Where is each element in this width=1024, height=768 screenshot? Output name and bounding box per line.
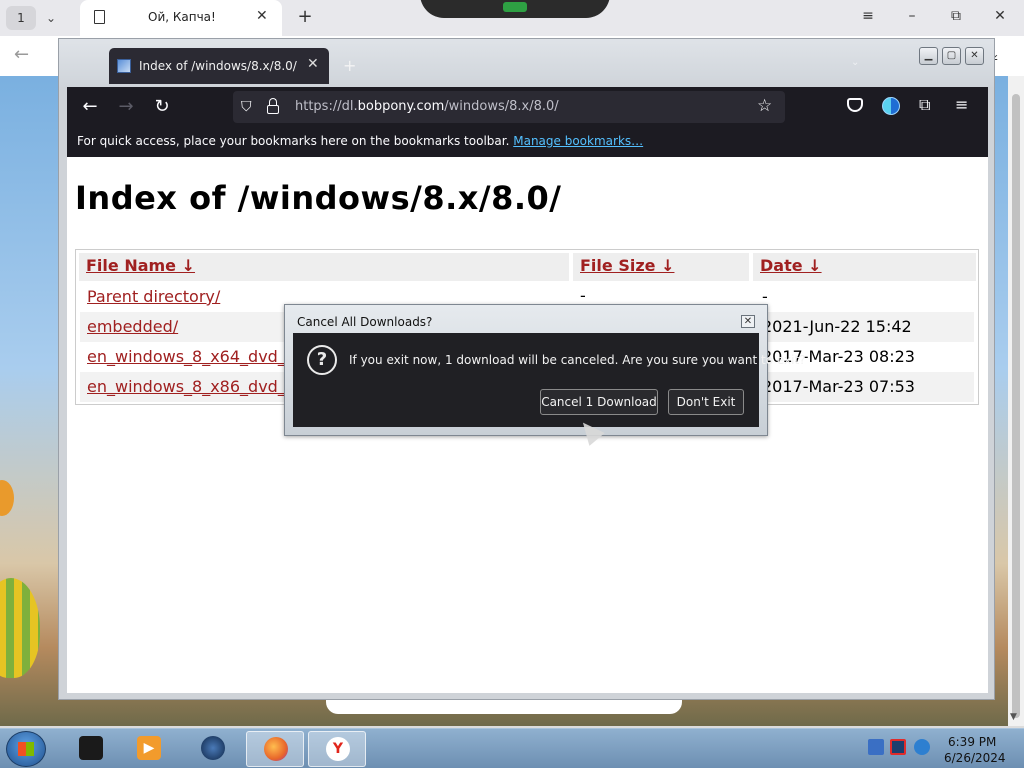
cancel-downloads-dialog: Cancel All Downloads? ✕ ? If you exit no… (284, 304, 806, 436)
vm-maximize-button[interactable]: ▢ (942, 47, 961, 65)
dialog-body: ? If you exit now, 1 download will be ca… (293, 333, 806, 427)
yandex-browser-icon: Y (326, 737, 350, 761)
close-window-button[interactable]: ✕ (988, 8, 1012, 24)
url-text[interactable]: https://dl.bobpony.com/windows/8.x/8.0/ (295, 99, 559, 114)
shield-icon[interactable]: ⛉ (241, 99, 252, 115)
network-tray-icon[interactable] (868, 739, 884, 755)
file-size: - (580, 286, 586, 305)
volume-tray-icon[interactable] (914, 739, 930, 755)
file-link[interactable]: Parent directory/ (87, 287, 220, 306)
scrollbar-thumb[interactable] (1012, 94, 1020, 718)
bookmarks-hint-text: For quick access, place your bookmarks h… (77, 134, 510, 148)
close-icon[interactable]: ✕ (256, 8, 268, 24)
clock-time[interactable]: 6:39 PM (948, 735, 996, 749)
taskbar-app-yandex-browser[interactable]: Y (308, 731, 366, 767)
account-avatar-icon[interactable] (882, 97, 900, 115)
forward-button[interactable]: → (115, 96, 137, 117)
vm-tab-strip: Index of /windows/8.x/8.0/ ✕ + ⌄ ▁ ▢ ✕ (59, 39, 994, 87)
file-link[interactable]: embedded/ (87, 317, 178, 336)
taskbar: ▶ Y 6:39 PM 6/26/2024 (0, 728, 1024, 768)
file-date: 2017-Mar-23 07:53 (762, 377, 915, 396)
column-header-file-size[interactable]: File Size ↓ (573, 253, 749, 281)
extensions-icon[interactable]: ⧉ (919, 95, 930, 115)
outer-active-tab[interactable]: Ой, Капча! ✕ (80, 0, 282, 36)
taskbar-app-media-player[interactable]: ▶ (120, 731, 178, 767)
column-header-date[interactable]: Date ↓ (753, 253, 976, 281)
vm-new-tab-button[interactable]: + (343, 56, 356, 75)
file-link[interactable]: en_windows_8_x86_dvd_9 (87, 377, 296, 396)
file-date: 2021-Jun-22 15:42 (762, 317, 912, 336)
dialog-message: If you exit now, 1 download will be canc… (349, 353, 806, 367)
question-mark-icon: ? (307, 345, 337, 375)
taskbar-app-terminal[interactable] (62, 731, 120, 767)
vm-active-tab[interactable]: Index of /windows/8.x/8.0/ ✕ (109, 48, 329, 84)
start-button[interactable] (6, 731, 46, 767)
display-tray-icon[interactable] (890, 739, 906, 755)
taskbar-app-firefox[interactable] (246, 731, 304, 767)
camera-indicator-icon (503, 2, 527, 12)
page-title: Index of /windows/8.x/8.0/ (75, 179, 562, 217)
new-tab-button[interactable]: + (294, 6, 316, 28)
outer-scrollbar[interactable]: ▼ (1008, 76, 1024, 726)
vm-tab-title: Index of /windows/8.x/8.0/ (139, 59, 297, 73)
hot-air-balloon-image (0, 480, 14, 516)
column-header-file-name[interactable]: File Name ↓ (79, 253, 569, 281)
close-icon[interactable]: ✕ (741, 315, 755, 328)
vm-minimize-button[interactable]: ▁ (919, 47, 938, 65)
firefox-icon (264, 737, 288, 761)
back-button[interactable]: ← (79, 96, 101, 117)
minimize-button[interactable]: – (900, 8, 924, 24)
bookmark-star-icon[interactable]: ☆ (757, 96, 772, 116)
dont-exit-button[interactable]: Don't Exit (668, 389, 744, 415)
cancel-download-button[interactable]: Cancel 1 Download (540, 389, 658, 415)
back-arrow-icon[interactable]: ← (14, 44, 29, 65)
tab-counter-button[interactable]: 1 (6, 6, 36, 30)
media-player-icon: ▶ (137, 736, 161, 760)
taskbar-app-globe[interactable] (184, 731, 242, 767)
manage-bookmarks-link[interactable]: Manage bookmarks… (513, 134, 643, 148)
pocket-icon[interactable] (847, 98, 863, 112)
clock-date[interactable]: 6/26/2024 (944, 751, 1006, 765)
terminal-icon (79, 736, 103, 760)
outer-tab-title: Ой, Капча! (148, 10, 216, 24)
outer-tab-strip: 1 ⌄ Ой, Капча! ✕ + ≡ – ⧉ ✕ (0, 0, 1024, 36)
globe-icon (201, 736, 225, 760)
bookmarks-toolbar: For quick access, place your bookmarks h… (67, 127, 988, 157)
document-icon (94, 10, 105, 24)
hot-air-balloon-image (0, 578, 40, 678)
camera-notch (420, 0, 610, 18)
close-icon[interactable]: ✕ (307, 56, 319, 72)
restore-button[interactable]: ⧉ (944, 8, 968, 24)
vm-navigation-toolbar: ← → ↻ ⛉ https://dl.bobpony.com/windows/8… (67, 87, 988, 127)
vm-close-button[interactable]: ✕ (965, 47, 984, 65)
lock-icon[interactable] (267, 98, 279, 114)
chevron-down-icon[interactable]: ⌄ (851, 57, 859, 68)
reload-button[interactable]: ↻ (151, 96, 173, 117)
dialog-title: Cancel All Downloads? (297, 315, 433, 329)
chevron-down-icon[interactable]: ⌄ (38, 6, 64, 30)
menu-button[interactable]: ≡ (856, 8, 880, 24)
ie-page-icon (117, 59, 131, 73)
address-bar[interactable]: ⛉ https://dl.bobpony.com/windows/8.x/8.0… (233, 91, 785, 123)
scroll-down-arrow-icon[interactable]: ▼ (1010, 712, 1017, 722)
file-link[interactable]: en_windows_8_x64_dvd_9 (87, 347, 296, 366)
hamburger-menu-icon[interactable]: ≡ (955, 95, 968, 114)
